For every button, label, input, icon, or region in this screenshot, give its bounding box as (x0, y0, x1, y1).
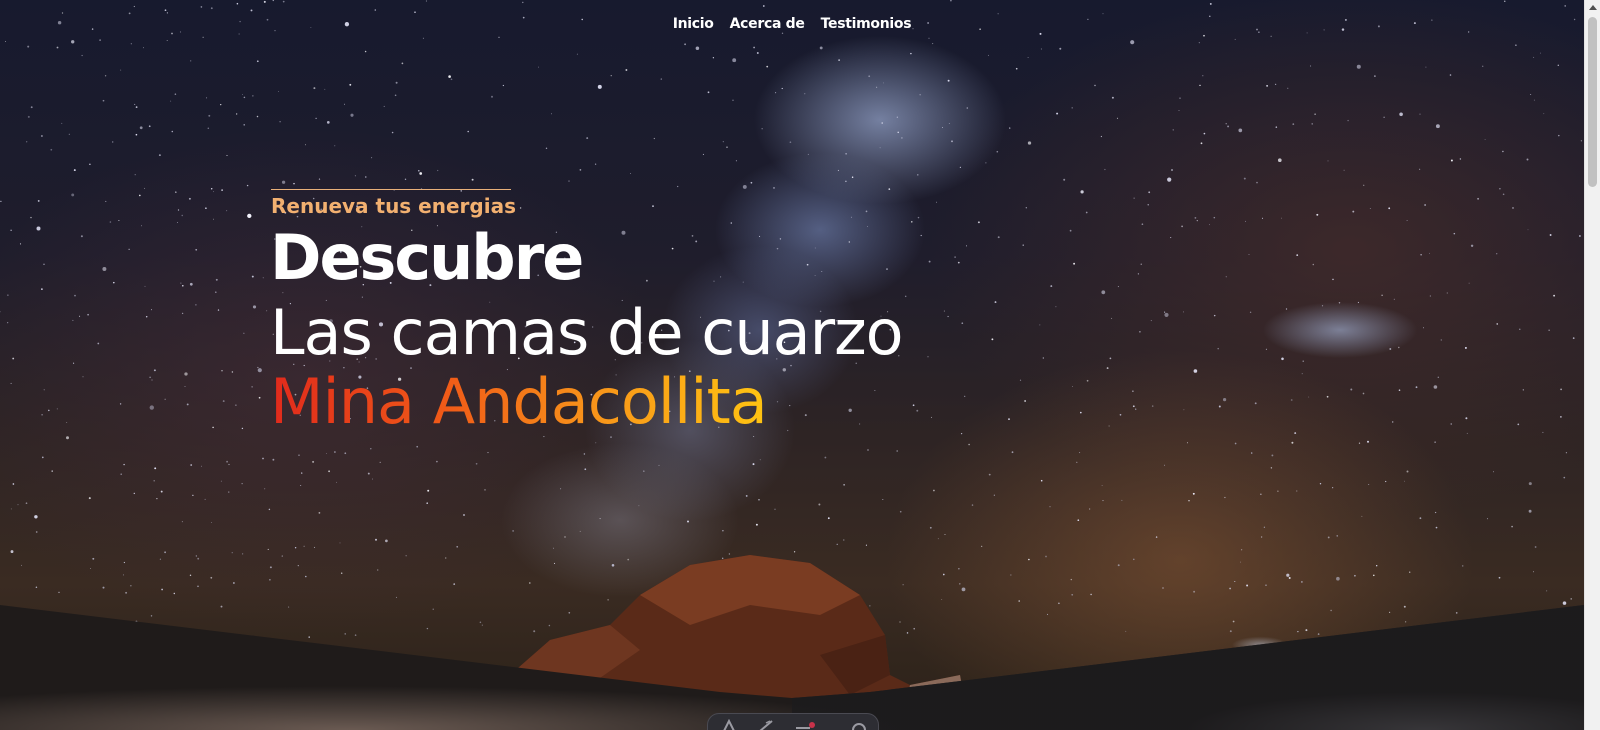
scroll-thumb[interactable] (1588, 17, 1597, 187)
recording-icon[interactable] (794, 718, 816, 730)
floating-toolbar (707, 713, 879, 730)
bottom-wave (0, 605, 1584, 730)
vertical-scrollbar[interactable] (1584, 0, 1600, 730)
tagline-divider (271, 189, 511, 190)
text-icon[interactable] (718, 718, 740, 730)
nav-link-acerca-de[interactable]: Acerca de (730, 16, 805, 32)
scroll-up-arrow-icon[interactable] (1589, 5, 1597, 10)
hero-tagline: Renueva tus energias (271, 194, 516, 218)
nav-link-testimonios[interactable]: Testimonios (821, 16, 912, 32)
hero-title-line1: Descubre (270, 221, 584, 294)
hero-title-line3: Mina Andacollita (270, 365, 768, 438)
hero-title-line2: Las camas de cuarzo (270, 296, 904, 369)
main-nav: Inicio Acerca de Testimonios (0, 16, 1584, 32)
gear-icon[interactable] (848, 718, 870, 730)
nav-link-inicio[interactable]: Inicio (673, 16, 714, 32)
pen-icon[interactable] (756, 718, 778, 730)
